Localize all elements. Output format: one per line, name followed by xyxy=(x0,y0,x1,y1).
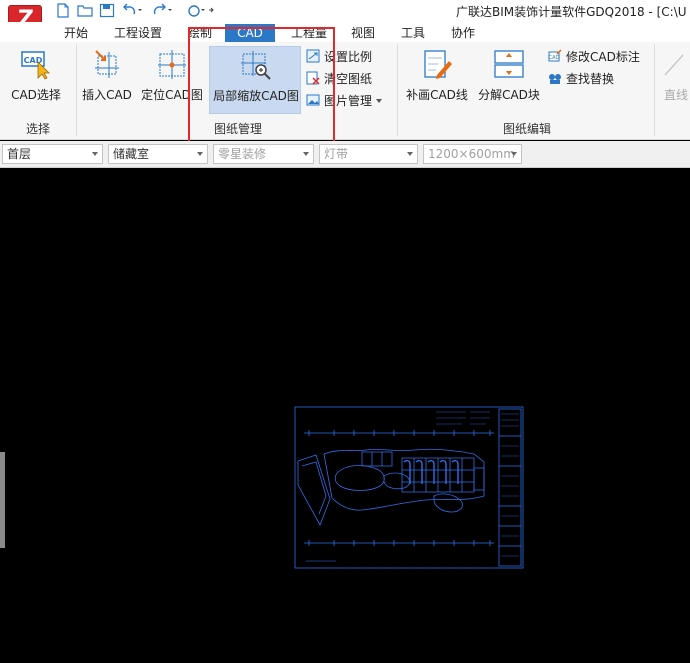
ribbon-panel: CAD CAD选择 选择 插入CAD 定位CAD图 局部缩放CAD图 设置比例 … xyxy=(0,42,690,140)
image-management-button[interactable]: 图片管理 xyxy=(306,92,383,110)
group-separator xyxy=(76,44,77,136)
tab-start[interactable]: 开始 xyxy=(56,24,96,42)
component-type-select[interactable]: 零星装修 xyxy=(213,144,314,164)
chevron-down-icon xyxy=(511,152,517,156)
side-panel-handle[interactable] xyxy=(0,452,5,548)
cad-select-button[interactable]: CAD CAD选择 xyxy=(6,46,66,110)
component-select[interactable]: 灯带 xyxy=(319,144,418,164)
chevron-down-icon xyxy=(407,152,413,156)
explode-cad-block-label: 分解CAD块 xyxy=(478,88,540,102)
ribbon-tab-bar: 开始 工程设置 绘制 CAD 工程量 视图 工具 协作 xyxy=(0,22,690,42)
add-cad-line-icon xyxy=(424,50,452,79)
modify-cad-label-text: 修改CAD标注 xyxy=(566,50,640,64)
modify-cad-label-button[interactable]: CAD 修改CAD标注 xyxy=(548,48,640,66)
save-icon[interactable] xyxy=(99,3,115,18)
image-management-label: 图片管理 xyxy=(324,94,373,108)
insert-cad-button[interactable]: 插入CAD xyxy=(80,46,134,110)
component-type-select-value: 零星装修 xyxy=(218,147,267,161)
group-label-drawing-management: 图纸管理 xyxy=(213,122,262,136)
tab-project-settings[interactable]: 工程设置 xyxy=(108,24,168,42)
size-select[interactable]: 1200×600mm xyxy=(423,144,522,164)
tab-quantity[interactable]: 工程量 xyxy=(284,24,334,42)
cad-drawing-canvas[interactable] xyxy=(0,169,690,663)
component-select-value: 灯带 xyxy=(324,147,349,161)
redo-icon[interactable] xyxy=(152,3,174,18)
group-separator xyxy=(397,44,398,136)
floor-select[interactable]: 首层 xyxy=(2,144,103,164)
tab-view[interactable]: 视图 xyxy=(343,24,383,42)
explode-cad-block-icon xyxy=(494,50,524,78)
cad-floor-plan xyxy=(294,406,524,569)
find-replace-button[interactable]: 查找替换 xyxy=(548,70,614,88)
set-scale-label: 设置比例 xyxy=(324,50,373,64)
line-icon xyxy=(664,54,684,76)
locate-cad-label: 定位CAD图 xyxy=(141,88,203,102)
tab-tools[interactable]: 工具 xyxy=(393,24,433,42)
dropdown-arrow-icon xyxy=(376,99,383,103)
chevron-down-icon xyxy=(92,152,98,156)
set-scale-icon xyxy=(306,49,320,63)
tab-draw[interactable]: 绘制 xyxy=(180,24,220,42)
zoom-cad-icon xyxy=(241,51,271,80)
insert-cad-icon xyxy=(95,50,119,78)
window-title: 广联达BIM装饰计量软件GDQ2018 - [C:\U xyxy=(456,5,687,19)
room-select-value: 储藏室 xyxy=(113,147,150,161)
line-label: 直线 xyxy=(664,88,689,102)
size-select-value: 1200×600mm xyxy=(428,147,515,161)
find-replace-label: 查找替换 xyxy=(566,72,615,86)
clear-drawing-label: 清空图纸 xyxy=(324,72,373,86)
local-zoom-cad-button[interactable]: 局部缩放CAD图 xyxy=(209,46,301,114)
locate-cad-icon xyxy=(158,50,186,79)
tab-collaborate[interactable]: 协作 xyxy=(443,24,483,42)
component-selector-bar: 首层 储藏室 零星装修 灯带 1200×600mm xyxy=(0,141,690,168)
undo-icon[interactable] xyxy=(122,3,144,18)
tab-cad[interactable]: CAD xyxy=(225,24,275,42)
chevron-down-icon xyxy=(303,152,309,156)
title-bar: Z 广联达BIM装饰计量软件GDQ2018 - [C:\U xyxy=(0,0,690,35)
clear-drawing-icon xyxy=(306,71,320,85)
cad-select-label: CAD选择 xyxy=(11,88,61,102)
group-separator xyxy=(654,44,655,136)
group-label-select: 选择 xyxy=(25,122,50,136)
find-replace-icon xyxy=(549,74,561,84)
explode-cad-block-button[interactable]: 分解CAD块 xyxy=(476,46,542,110)
cloud-sync-icon[interactable] xyxy=(186,3,214,18)
image-icon xyxy=(306,94,320,106)
new-file-icon[interactable] xyxy=(55,3,71,18)
group-label-drawing-edit: 图纸编辑 xyxy=(502,122,551,136)
insert-cad-label: 插入CAD xyxy=(82,88,132,102)
modify-cad-label-icon: CAD xyxy=(548,49,562,62)
line-button[interactable]: 直线 xyxy=(658,46,690,110)
set-scale-button[interactable]: 设置比例 xyxy=(306,48,372,66)
room-select[interactable]: 储藏室 xyxy=(108,144,208,164)
add-cad-line-button[interactable]: 补画CAD线 xyxy=(402,46,472,110)
local-zoom-cad-label: 局部缩放CAD图 xyxy=(213,89,299,103)
add-cad-line-label: 补画CAD线 xyxy=(406,88,468,102)
chevron-down-icon xyxy=(197,152,203,156)
cad-select-icon: CAD xyxy=(21,51,50,80)
floor-select-value: 首层 xyxy=(7,147,32,161)
svg-text:CAD: CAD xyxy=(549,55,560,61)
locate-cad-button[interactable]: 定位CAD图 xyxy=(138,46,206,110)
clear-drawing-button[interactable]: 清空图纸 xyxy=(306,70,372,88)
open-folder-icon[interactable] xyxy=(77,3,93,18)
